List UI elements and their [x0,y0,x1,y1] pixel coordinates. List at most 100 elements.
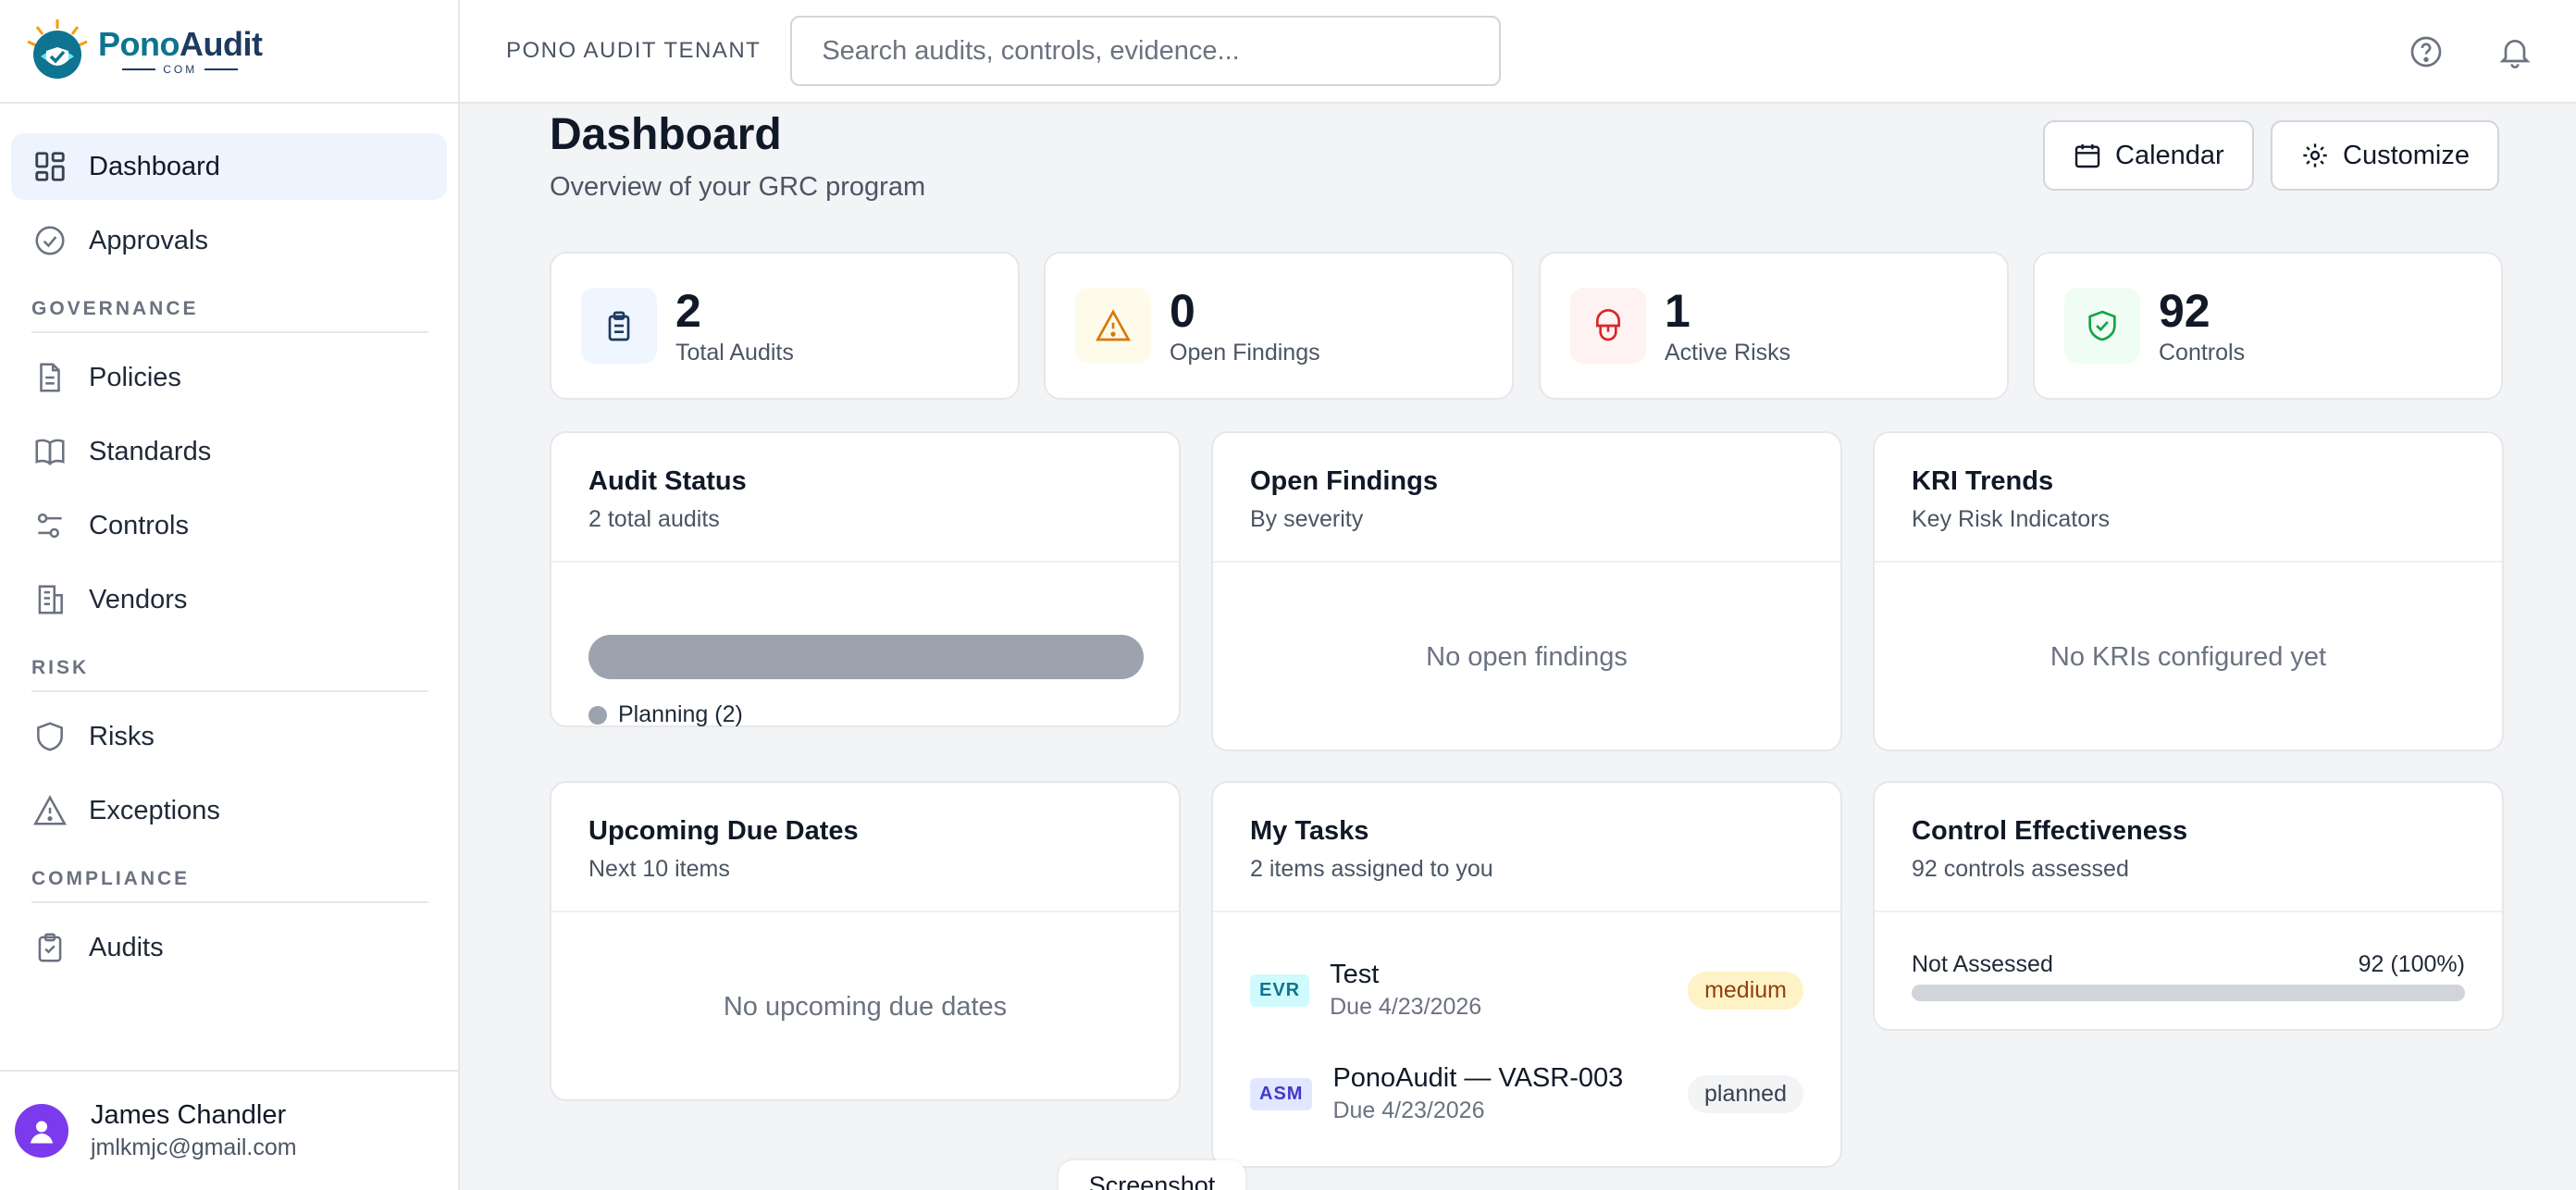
empty-state: No open findings [1426,642,1628,672]
help-icon[interactable] [2400,26,2452,78]
book-icon [31,433,68,470]
clipboard-icon [31,929,68,966]
sidebar-item-label: Controls [89,510,189,540]
sidebar-nav: Dashboard Approvals GOVERNANCE Policies … [0,104,458,981]
task-name: Test [1330,960,1380,989]
sidebar-item-label: Policies [89,362,181,392]
task-item[interactable]: EVR Test Due 4/23/2026 medium [1250,953,1803,1027]
task-name: PonoAudit — VASR-003 [1332,1063,1624,1093]
card-title: Upcoming Due Dates [588,816,859,846]
stat-card-controls[interactable]: 92 Controls [2033,252,2503,400]
stat-card-total-audits[interactable]: 2 Total Audits [550,252,1020,400]
calendar-icon [2074,144,2100,168]
shield-icon [31,718,68,755]
status-badge: planned [1688,1074,1803,1113]
sidebar-item-label: Dashboard [89,151,220,181]
effectiveness-row: Not Assessed 92 (100%) [1912,951,2465,978]
empty-state: No upcoming due dates [723,992,1008,1022]
avatar [15,1104,68,1158]
stat-value: 2 [675,284,701,337]
section-governance: GOVERNANCE [31,298,428,333]
sidebar-item-approvals[interactable]: Approvals [11,207,447,274]
bell-icon[interactable] [2489,26,2541,78]
effectiveness-value: 92 (100%) [2358,951,2465,977]
open-findings-card: Open Findings By severity No open findin… [1211,431,1842,751]
sidebar-item-label: Exceptions [89,795,220,825]
stat-card-open-findings[interactable]: 0 Open Findings [1044,252,1514,400]
sidebar-item-exceptions[interactable]: Exceptions [11,777,447,844]
audit-status-bar[interactable] [588,635,1144,679]
task-item[interactable]: ASM PonoAudit — VASR-003 Due 4/23/2026 p… [1250,1057,1803,1131]
customize-button[interactable]: Customize [2271,120,2499,191]
tenant-name: PONO AUDIT TENANT [506,38,762,63]
brand-name: PonoAudit [98,25,263,63]
card-subtitle: Key Risk Indicators [1912,506,2110,532]
user-email: jmlkmjc@gmail.com [91,1134,297,1160]
card-subtitle: 2 items assigned to you [1250,856,1493,882]
card-subtitle: 92 controls assessed [1912,856,2129,882]
stat-label: Open Findings [1170,339,1320,366]
legend-planning: Planning (2) [588,701,743,728]
stat-value: 1 [1665,284,1690,337]
top-bar: PONO AUDIT TENANT [460,0,2576,104]
stat-value: 0 [1170,284,1195,337]
section-risk: RISK [31,657,428,692]
card-subtitle: By severity [1250,506,1364,532]
brand-sub: COM [122,63,238,76]
stat-value: 92 [2159,284,2211,337]
card-title: My Tasks [1250,816,1369,846]
sidebar-item-label: Audits [89,932,164,962]
sidebar-item-policies[interactable]: Policies [11,344,447,411]
task-type-badge: EVR [1250,973,1310,1007]
stat-card-active-risks[interactable]: 1 Active Risks [1539,252,2009,400]
card-title: Open Findings [1250,466,1438,496]
upcoming-due-dates-card: Upcoming Due Dates Next 10 items No upco… [550,781,1181,1101]
legend-dot [588,705,607,725]
task-type-badge: ASM [1250,1077,1313,1110]
section-compliance: COMPLIANCE [31,868,428,903]
sidebar-item-controls[interactable]: Controls [11,492,447,559]
shield-check-icon [2064,288,2140,364]
task-due: Due 4/23/2026 [1330,994,1482,1020]
dashboard-icon [31,148,68,185]
stat-label: Active Risks [1665,339,1791,366]
sidebar-item-risks[interactable]: Risks [11,703,447,770]
sidebar-item-label: Risks [89,721,155,751]
stat-label: Controls [2159,339,2246,366]
stat-label: Total Audits [675,339,794,366]
audit-status-card: Audit Status 2 total audits Planning (2) [550,431,1181,727]
kri-trends-card: KRI Trends Key Risk Indicators No KRIs c… [1873,431,2504,751]
control-effectiveness-card: Control Effectiveness 92 controls assess… [1873,781,2504,1031]
sidebar-item-audits[interactable]: Audits [11,914,447,981]
sidebar-item-label: Standards [89,436,212,466]
user-name: James Chandler [91,1100,287,1130]
page-title: Dashboard [550,110,782,159]
sidebar-item-dashboard[interactable]: Dashboard [11,133,447,200]
warning-icon [31,792,68,829]
card-title: KRI Trends [1912,466,2054,496]
sidebar: PonoAudit COM Dashboard Approvals GOVERN… [0,0,460,1190]
calendar-button[interactable]: Calendar [2043,120,2254,191]
risk-icon [1570,288,1646,364]
logo-icon [27,19,88,79]
search-input[interactable] [790,16,1502,86]
sliders-icon [31,507,68,544]
document-icon [31,359,68,396]
card-title: Control Effectiveness [1912,816,2188,846]
clipboard-icon [581,288,657,364]
screenshot-tooltip: Screenshot [1059,1160,1245,1190]
sidebar-item-vendors[interactable]: Vendors [11,566,447,633]
card-subtitle: 2 total audits [588,506,720,532]
status-badge: medium [1688,971,1803,1010]
effectiveness-label: Not Assessed [1912,951,2053,977]
sidebar-item-standards[interactable]: Standards [11,418,447,485]
my-tasks-card: My Tasks 2 items assigned to you EVR Tes… [1211,781,1842,1168]
sidebar-item-label: Vendors [89,584,188,614]
effectiveness-bar [1912,985,2465,1001]
task-due: Due 4/23/2026 [1332,1097,1485,1123]
check-circle-icon [31,222,68,259]
user-profile[interactable]: James Chandler jmlkmjc@gmail.com [0,1070,458,1190]
gear-icon [2303,143,2327,167]
sidebar-item-label: Approvals [89,225,208,255]
brand[interactable]: PonoAudit COM [0,0,458,104]
